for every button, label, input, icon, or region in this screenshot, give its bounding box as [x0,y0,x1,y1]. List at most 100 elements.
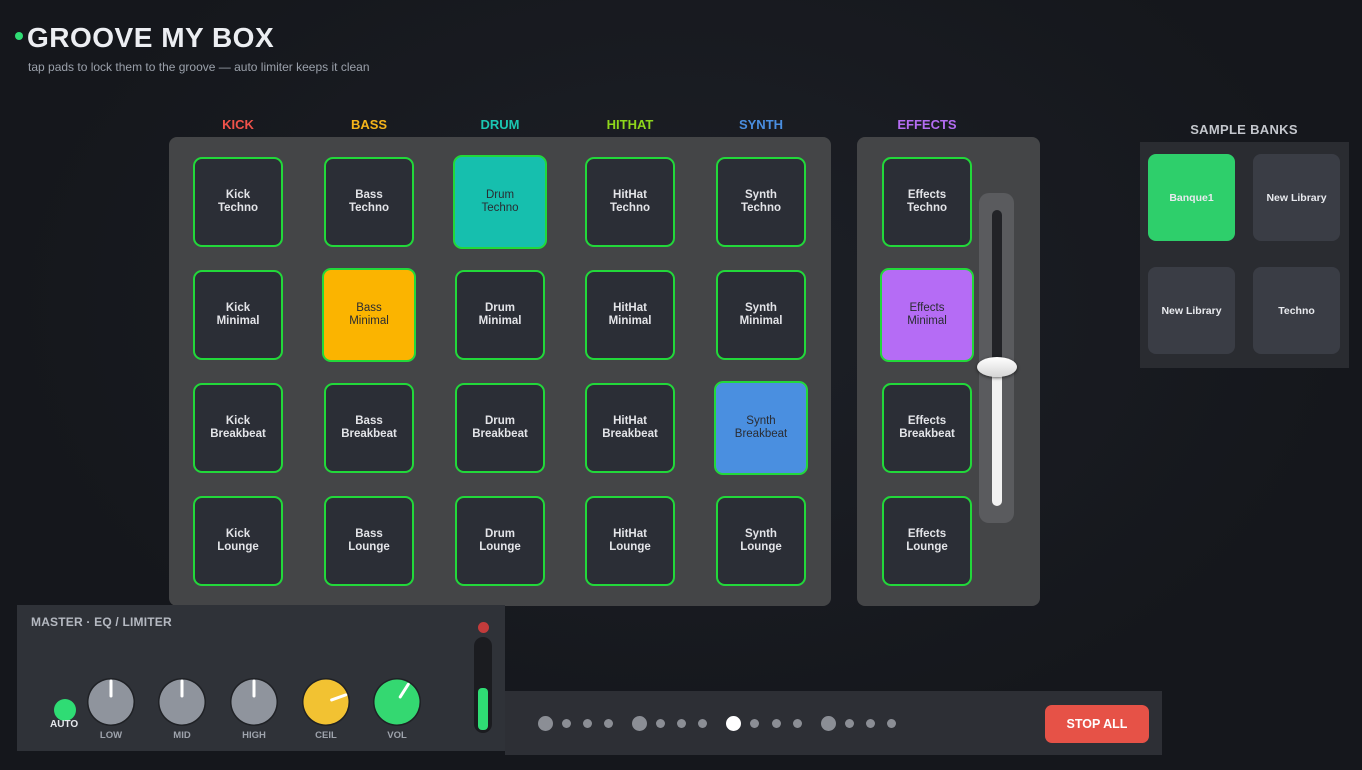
knob-vol[interactable] [372,677,422,727]
pad-drum-2[interactable]: Drum Minimal [455,270,545,360]
groove-box-app: GROOVE MY BOX tap pads to lock them to t… [0,0,1362,770]
knob-dial-icon [230,678,278,726]
step-indicator-5[interactable] [631,715,647,731]
column-header-hithat: HITHAT [606,117,654,132]
sample-bank-2[interactable]: New Library [1253,154,1340,241]
step-indicator-11[interactable] [771,718,781,728]
pad-label: Synth Lounge [740,528,782,553]
pad-kick-3[interactable]: Kick Breakbeat [193,383,283,473]
sample-banks-title: SAMPLE BANKS [1190,122,1298,137]
effects-fader-slot [992,210,1002,367]
pad-hithat-3[interactable]: HitHat Breakbeat [585,383,675,473]
clip-led-icon [478,622,489,633]
pad-bass-2[interactable]: Bass Minimal [322,268,416,362]
pad-label: Effects Techno [906,189,948,214]
column-header-kick: KICK [222,117,254,132]
knob-label-ceil: CEIL [315,730,337,741]
effects-fader-handle[interactable] [977,356,1017,377]
column-header-bass: BASS [350,117,388,132]
knob-low[interactable] [86,677,136,727]
step-indicator-3[interactable] [582,718,592,728]
sample-bank-1[interactable]: Banque1 [1148,154,1235,241]
column-header-drum: DRUM [480,117,520,132]
effects-fader-fill [992,366,1002,506]
pad-label: Bass Techno [348,189,390,214]
sample-bank-4[interactable]: Techno [1253,267,1340,354]
auto-label: AUTO [50,719,79,730]
pad-effects-3[interactable]: Effects Breakbeat [882,383,972,473]
knob-label-low: LOW [99,730,123,741]
sample-bank-label: New Library [1266,191,1327,204]
pad-synth-2[interactable]: Synth Minimal [716,270,806,360]
sample-bank-3[interactable]: New Library [1148,267,1235,354]
step-indicator-15[interactable] [865,718,875,728]
master-title: MASTER · EQ / LIMITER [31,615,172,629]
pad-hithat-4[interactable]: HitHat Lounge [585,496,675,586]
pad-hithat-1[interactable]: HitHat Techno [585,157,675,247]
knob-dial-icon [373,678,421,726]
pad-drum-4[interactable]: Drum Lounge [455,496,545,586]
knob-high[interactable] [229,677,279,727]
pad-kick-4[interactable]: Kick Lounge [193,496,283,586]
pad-synth-3[interactable]: Synth Breakbeat [714,381,808,475]
pad-synth-1[interactable]: Synth Techno [716,157,806,247]
knob-dial-icon [302,678,350,726]
pad-drum-1[interactable]: Drum Techno [453,155,547,249]
pad-kick-2[interactable]: Kick Minimal [193,270,283,360]
pad-label: Drum Techno [481,189,519,214]
step-indicator-4[interactable] [603,718,613,728]
pad-effects-2[interactable]: Effects Minimal [880,268,974,362]
pad-effects-4[interactable]: Effects Lounge [882,496,972,586]
knob-label-high: HIGH [242,730,266,741]
pad-label: Kick Minimal [216,302,260,327]
app-title: GROOVE MY BOX [27,22,275,53]
pad-label: Effects Minimal [907,302,947,327]
step-indicator-8[interactable] [698,718,708,728]
master-panel: MASTER · EQ / LIMITER AUTO LOW MID HIGH CEI… [17,605,505,751]
pad-label: Bass Lounge [348,528,390,553]
step-indicator-2[interactable] [561,718,571,728]
auto-limiter-toggle[interactable] [54,699,76,721]
sample-bank-label: Banque1 [1169,191,1214,204]
sample-bank-label: Techno [1278,304,1315,317]
pad-label: Drum Minimal [478,302,522,327]
pad-label: Synth Breakbeat [734,415,788,440]
pad-label: Kick Lounge [217,528,259,553]
knob-label-mid: MID [173,730,191,741]
knob-dial-icon [87,678,135,726]
step-indicator-14[interactable] [844,718,854,728]
pad-effects-1[interactable]: Effects Techno [882,157,972,247]
step-indicator-13[interactable] [820,715,836,731]
pad-label: HitHat Lounge [609,528,651,553]
pad-label: Bass Breakbeat [341,415,397,440]
column-header-synth: SYNTH [738,117,784,132]
step-indicator-16[interactable] [887,718,896,728]
pad-label: Synth Minimal [739,302,783,327]
pad-label: HitHat Techno [609,189,651,214]
step-indicator-9[interactable] [726,715,742,731]
sample-bank-label: New Library [1161,304,1222,317]
step-indicator-1[interactable] [537,715,553,731]
pad-label: Kick Techno [217,189,259,214]
status-indicator-icon [15,32,23,40]
pad-label: Drum Lounge [479,528,521,553]
knob-dial-icon [158,678,206,726]
step-indicator-6[interactable] [656,718,665,728]
pad-bass-3[interactable]: Bass Breakbeat [324,383,414,473]
knob-mid[interactable] [157,677,207,727]
pad-label: Kick Breakbeat [210,415,266,440]
pad-bass-1[interactable]: Bass Techno [324,157,414,247]
knob-ceil[interactable] [301,677,351,727]
column-header-effects: EFFECTS [897,117,957,132]
pad-kick-1[interactable]: Kick Techno [193,157,283,247]
pad-bass-4[interactable]: Bass Lounge [324,496,414,586]
step-indicator-7[interactable] [677,718,687,728]
step-indicator-12[interactable] [792,718,802,728]
pad-hithat-2[interactable]: HitHat Minimal [585,270,675,360]
stop-all-button[interactable]: STOP ALL [1045,705,1149,743]
pad-label: HitHat Breakbeat [602,415,658,440]
pad-drum-3[interactable]: Drum Breakbeat [455,383,545,473]
pad-synth-4[interactable]: Synth Lounge [716,496,806,586]
step-indicator-10[interactable] [750,718,760,728]
pad-label: Effects Breakbeat [899,415,955,440]
